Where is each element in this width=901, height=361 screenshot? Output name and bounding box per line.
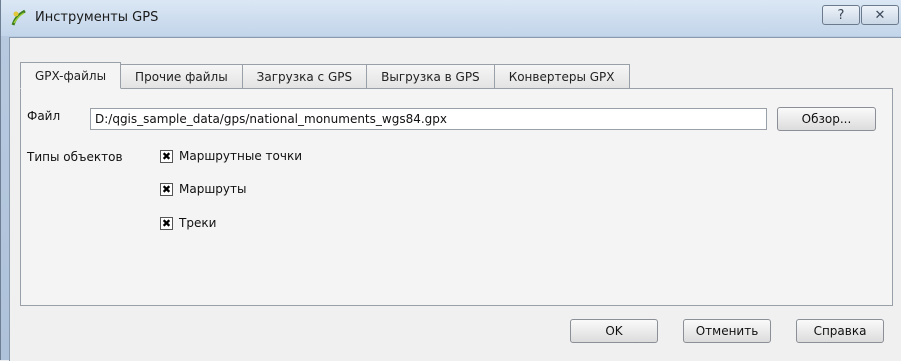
dialog-window: Инструменты GPS ? ✕ GPX-файлы Прочие фай… bbox=[0, 0, 901, 361]
gps-tools-icon bbox=[11, 9, 26, 26]
checkbox-routes-label: Маршруты bbox=[179, 182, 247, 196]
checkbox-waypoints[interactable]: ✖ Маршрутные точки bbox=[160, 149, 302, 163]
title-bar[interactable]: Инструменты GPS ? ✕ bbox=[1, 0, 901, 36]
tab-gpx-converters[interactable]: Конвертеры GPX bbox=[494, 64, 630, 88]
cancel-button[interactable]: Отменить bbox=[683, 319, 771, 343]
titlebar-help-button[interactable]: ? bbox=[822, 5, 860, 25]
checkbox-checked-icon[interactable]: ✖ bbox=[160, 182, 173, 196]
tab-download-from-gps[interactable]: Загрузка с GPS bbox=[242, 64, 368, 88]
close-icon: ✕ bbox=[874, 7, 886, 23]
window-title: Инструменты GPS bbox=[35, 10, 159, 25]
checkbox-tracks[interactable]: ✖ Треки bbox=[160, 216, 216, 230]
browse-button[interactable]: Обзор... bbox=[777, 107, 876, 131]
ok-button[interactable]: OK bbox=[570, 319, 658, 343]
help-icon: ? bbox=[837, 7, 845, 23]
checkbox-checked-icon[interactable]: ✖ bbox=[160, 216, 173, 230]
tab-other-files[interactable]: Прочие файлы bbox=[121, 64, 243, 88]
help-button[interactable]: Справка bbox=[796, 319, 884, 343]
close-button[interactable]: ✕ bbox=[861, 5, 899, 25]
dialog-client-area: GPX-файлы Прочие файлы Загрузка с GPS Вы… bbox=[9, 37, 901, 361]
file-path-input[interactable] bbox=[90, 108, 767, 130]
checkbox-waypoints-label: Маршрутные точки bbox=[179, 149, 302, 163]
file-label: Файл bbox=[27, 109, 61, 123]
tab-bar: GPX-файлы Прочие файлы Загрузка с GPS Вы… bbox=[20, 62, 630, 89]
checkbox-checked-icon[interactable]: ✖ bbox=[160, 149, 173, 163]
object-types-label: Типы объектов bbox=[27, 150, 123, 164]
tab-gpx-files[interactable]: GPX-файлы bbox=[20, 62, 122, 89]
checkbox-tracks-label: Треки bbox=[179, 216, 217, 230]
tab-upload-to-gps[interactable]: Выгрузка в GPS bbox=[367, 64, 495, 88]
checkbox-routes[interactable]: ✖ Маршруты bbox=[160, 182, 247, 196]
